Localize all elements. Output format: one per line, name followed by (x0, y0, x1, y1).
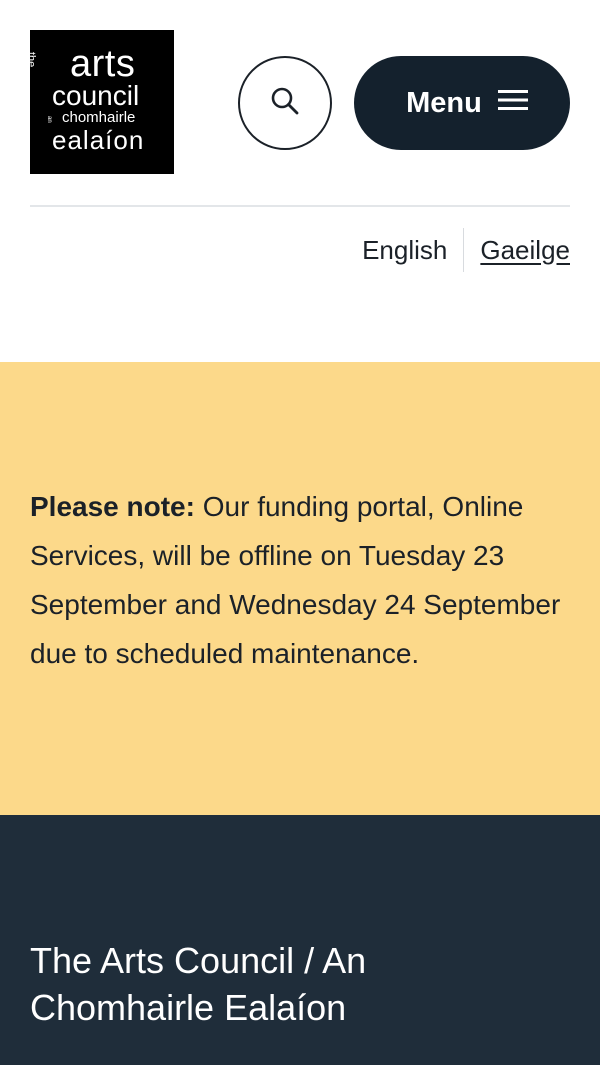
hamburger-icon (497, 87, 528, 120)
language-gaeilge-link[interactable]: Gaeilge (464, 235, 570, 266)
notice-label: Please note: (30, 491, 195, 522)
site-header: the arts council an chomhairle ealaíon M… (0, 0, 600, 362)
language-switcher: English Gaeilge (362, 228, 570, 272)
arts-council-logo[interactable]: the arts council an chomhairle ealaíon (25, 30, 174, 174)
logo-text-ealaion: ealaíon (52, 125, 145, 155)
header-divider (30, 205, 570, 207)
maintenance-notice: Please note: Our funding portal, Online … (0, 362, 600, 815)
intro-section: The Arts Council / An Chomhairle Ealaíon (0, 815, 600, 1065)
logo-text-council: council (52, 80, 140, 111)
logo-text-an: an (46, 116, 52, 123)
logo-text-arts: arts (70, 43, 136, 85)
logo-text-the: the (25, 52, 37, 68)
notice-text: Please note: Our funding portal, Online … (30, 482, 575, 678)
language-english: English (362, 234, 448, 265)
menu-button-label: Menu (406, 86, 482, 119)
logo-text-chomhairle: chomhairle (62, 109, 136, 126)
section-title: The Arts Council / An Chomhairle Ealaíon (30, 940, 367, 1028)
search-icon (270, 86, 300, 121)
search-button[interactable] (238, 56, 332, 150)
menu-button[interactable]: Menu (354, 56, 570, 150)
